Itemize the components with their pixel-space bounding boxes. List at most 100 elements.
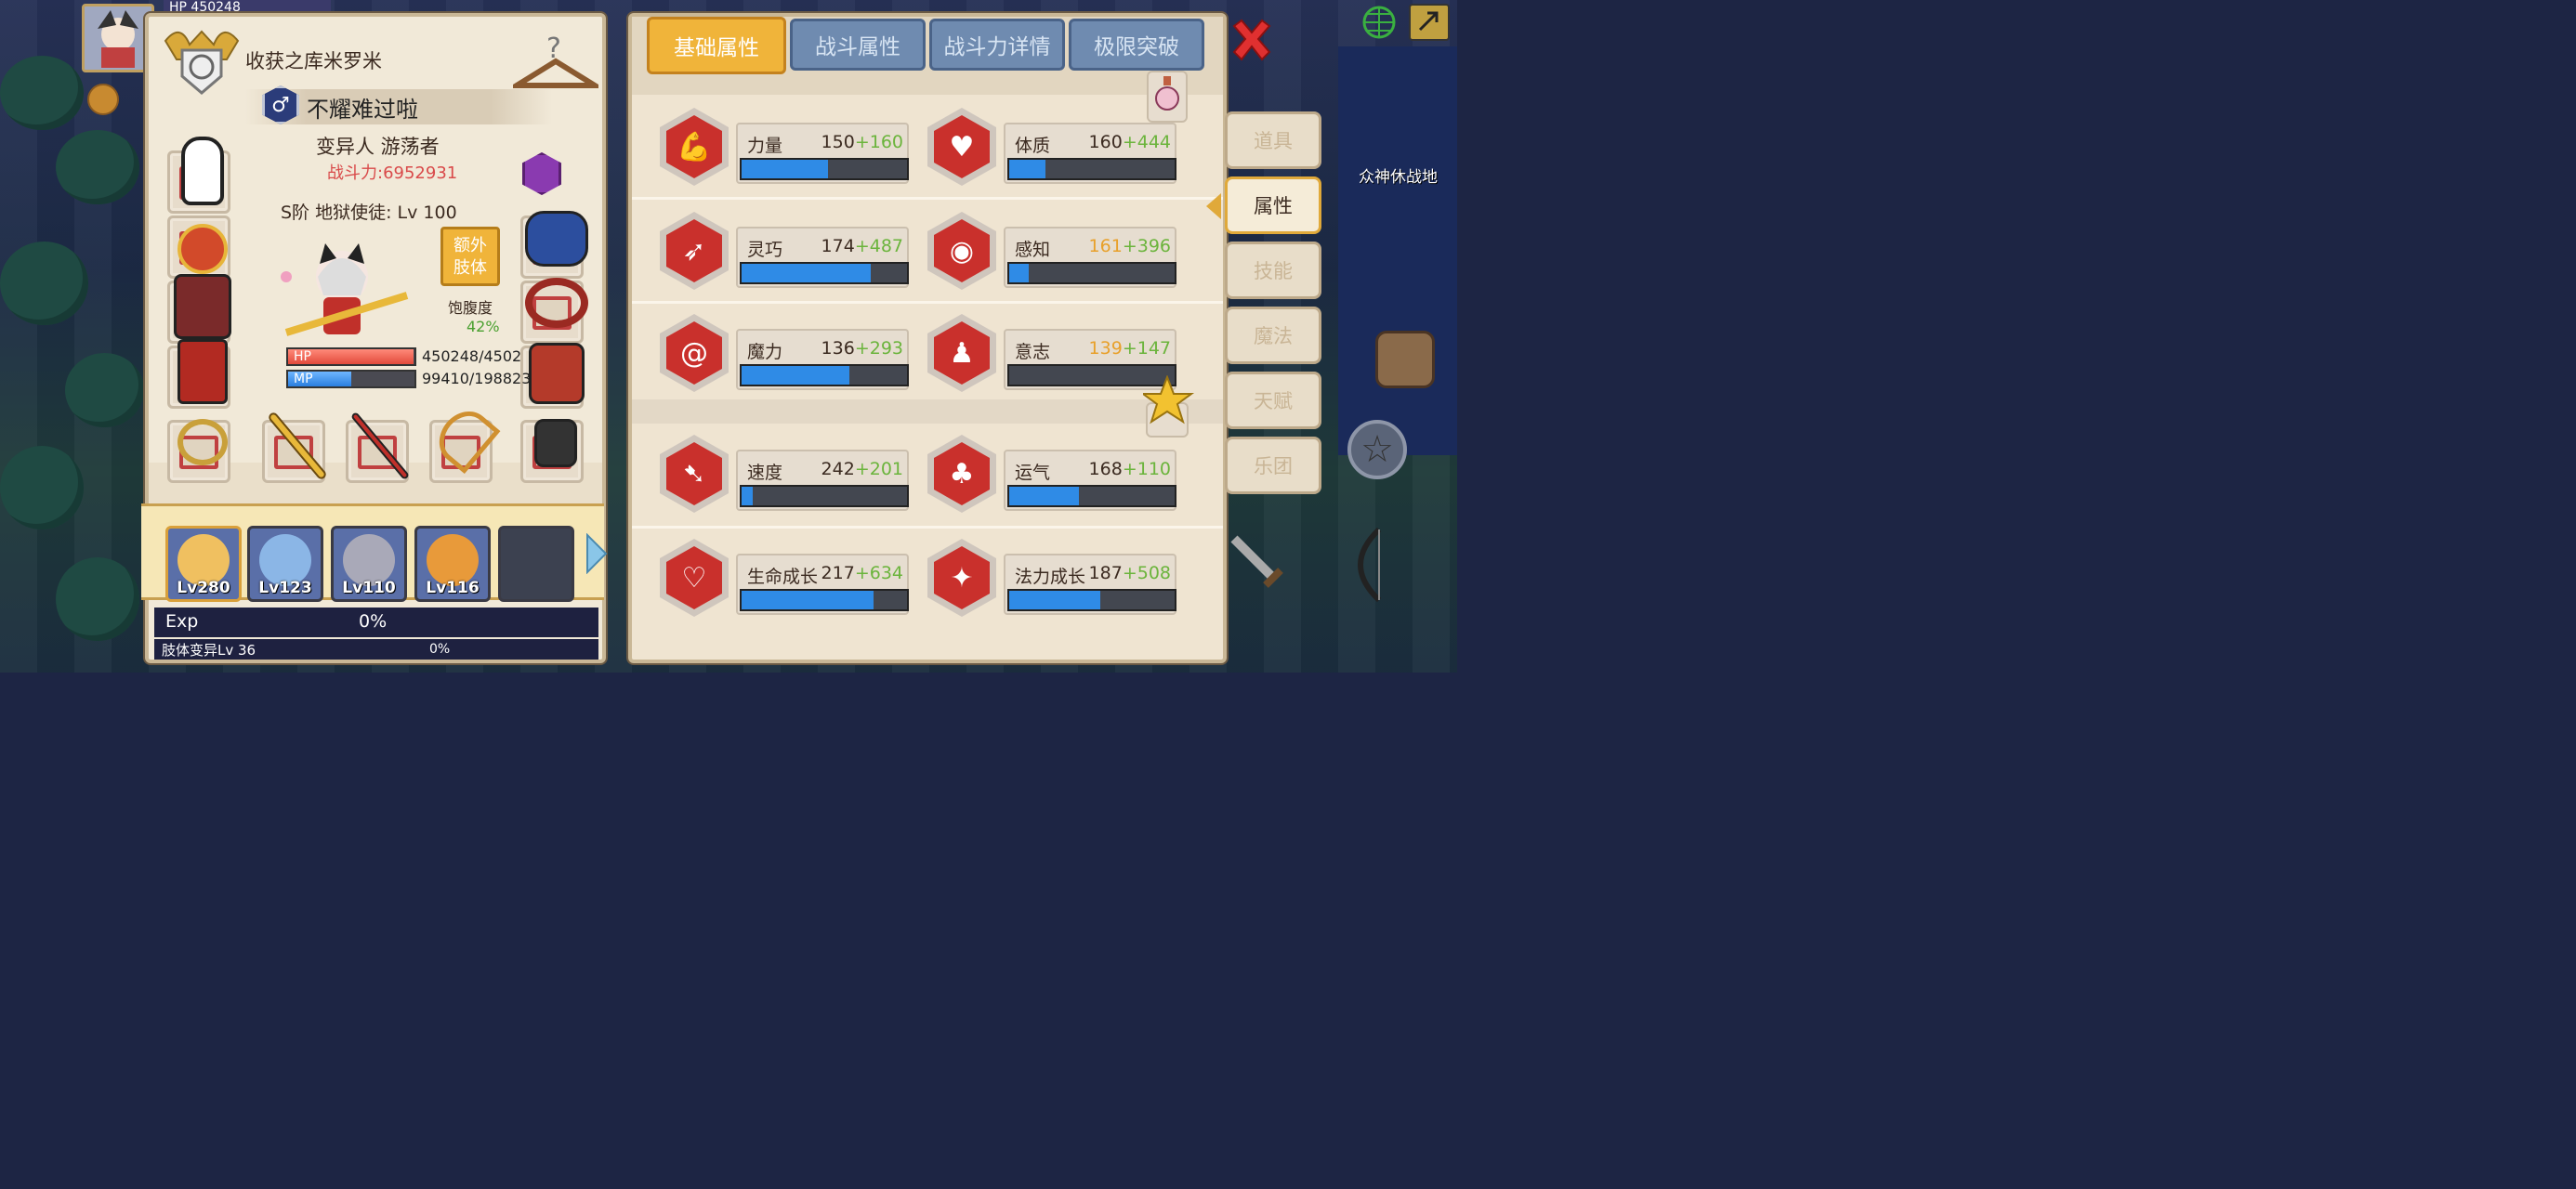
party-member-4[interactable]: Lv116 [414, 526, 491, 602]
equip-slot-belt[interactable] [520, 278, 588, 344]
party-next-arrow-icon[interactable] [585, 532, 608, 575]
tab-combat-attributes[interactable]: 战斗属性 [790, 19, 926, 71]
exp-bar: Exp 0% [154, 608, 598, 637]
party-member-level: Lv116 [426, 579, 480, 597]
stat-value: 136+293 [821, 338, 903, 359]
equip-slot-weapon-3[interactable] [428, 400, 501, 483]
heart-body-icon: ♥ [927, 108, 996, 186]
stat-box: 法力成长 187+508 [1004, 554, 1176, 615]
mp-value: 99410/198823 [422, 370, 532, 387]
equip-slot-armor[interactable] [167, 339, 230, 409]
bow-item-icon [428, 400, 501, 475]
side-tab-items[interactable]: 道具 [1225, 111, 1321, 169]
party-member-3[interactable]: Lv110 [331, 526, 407, 602]
equip-slot-accessory[interactable] [520, 419, 584, 483]
side-tab-attributes[interactable]: 属性 [1225, 176, 1321, 234]
sword-weapon-icon[interactable] [1229, 533, 1294, 598]
tab-power-details[interactable]: 战斗力详情 [929, 19, 1065, 71]
hanger-icon[interactable]: ? [506, 30, 605, 95]
cloak-item-icon [174, 274, 231, 339]
side-tab-talent[interactable]: 天赋 [1225, 372, 1321, 429]
stat-box: 运气 168+110 [1004, 450, 1176, 511]
party-member-empty-slot[interactable] [498, 526, 574, 602]
stat-bar [1007, 158, 1176, 180]
tab-limit-break[interactable]: 极限突破 [1069, 19, 1204, 71]
bracer-item-icon [525, 211, 588, 267]
star-action-icon[interactable]: ☆ [1347, 420, 1407, 479]
stat-box: 灵巧 174+487 [736, 227, 909, 288]
stat-bonus-value: +508 [1122, 563, 1171, 583]
hp-bar-label: HP [294, 349, 311, 364]
stat-name: 力量 [747, 136, 783, 156]
extra-limb-button[interactable]: 额外 肢体 [440, 227, 500, 286]
side-tab-magic[interactable]: 魔法 [1225, 307, 1321, 364]
row-divider [632, 301, 1223, 304]
head-icon-glyph: ♟ [934, 321, 990, 385]
stat-bar [740, 262, 909, 284]
section-divider [632, 399, 1223, 424]
belt-item-icon [525, 278, 588, 328]
equip-slot-weapon-2[interactable] [346, 411, 410, 483]
equip-slot-necklace[interactable] [167, 216, 230, 279]
close-icon[interactable] [1229, 17, 1275, 63]
fullscreen-icon[interactable] [1409, 4, 1450, 41]
satiety-value: 42% [467, 318, 500, 335]
party-member-2[interactable]: Lv123 [247, 526, 323, 602]
stat-value: 139+147 [1089, 338, 1171, 359]
equip-slot-bracer[interactable] [520, 211, 588, 279]
stat-bonus-value: +147 [1122, 338, 1171, 359]
heart-body-icon-glyph: ♥ [934, 115, 990, 178]
party-member-level: Lv123 [258, 579, 312, 597]
stat-bar [1007, 589, 1176, 611]
necklace-item-icon [177, 224, 228, 274]
stat-bar [1007, 485, 1176, 507]
player-portrait[interactable] [82, 4, 154, 72]
stat-value: 168+110 [1089, 459, 1171, 479]
stat-value: 217+634 [821, 563, 903, 583]
guild-emblem-icon[interactable] [162, 22, 242, 97]
stat-base-value: 160 [1088, 132, 1123, 152]
stat-base-value: 217 [821, 563, 855, 583]
equip-slot-weapon-1[interactable] [262, 411, 328, 483]
stat-bar-fill [742, 264, 871, 282]
stat-bonus-value: +201 [854, 459, 903, 479]
mana-growth-icon-glyph: ✦ [934, 546, 990, 609]
muscle-icon: 💪 [660, 108, 729, 186]
bow-weapon-icon[interactable] [1338, 526, 1398, 604]
muscle-icon-glyph: 💪 [666, 115, 722, 178]
potion-icon[interactable] [1147, 71, 1188, 123]
stat-bar [1007, 262, 1176, 284]
equip-slot-helmet[interactable] [167, 137, 230, 214]
stat-value: 150+160 [821, 132, 903, 152]
side-tab-skills[interactable]: 技能 [1225, 242, 1321, 299]
satiety-label: 饱腹度 [448, 299, 493, 317]
row-divider [632, 197, 1223, 200]
stat-bar-fill [742, 366, 849, 385]
stat-bar-fill [1009, 487, 1079, 505]
stat-box: 感知 161+396 [1004, 227, 1176, 288]
equip-slot-cloak[interactable] [167, 274, 231, 344]
stat-base-value: 242 [821, 459, 855, 479]
tab-basic-attributes[interactable]: 基础属性 [647, 17, 786, 74]
character-name: 不耀难过啦 [307, 97, 418, 123]
mutation-gem-icon[interactable] [522, 152, 561, 195]
stat-base-value: 174 [821, 236, 855, 256]
device-item-icon [534, 419, 577, 467]
star-favorite-icon[interactable] [1139, 374, 1195, 438]
spiral-icon-glyph: @ [666, 321, 722, 385]
stat-box: 速度 242+201 [736, 450, 909, 511]
boots-item-icon [529, 343, 585, 404]
party-member-1[interactable]: Lv280 [165, 526, 242, 602]
stat-base-value: 161 [1088, 236, 1123, 256]
tree-sprite [56, 130, 139, 204]
buff-icon[interactable] [87, 84, 119, 115]
stat-bar-fill [1009, 264, 1030, 282]
stat-name: 感知 [1015, 240, 1051, 260]
stat-value: 242+201 [821, 459, 903, 479]
equip-slot-ring[interactable] [167, 419, 230, 483]
backpack-icon[interactable] [1375, 331, 1435, 388]
side-tab-band[interactable]: 乐团 [1225, 437, 1321, 494]
stat-name: 体质 [1015, 136, 1051, 156]
network-globe-icon[interactable] [1359, 4, 1400, 41]
stat-value: 187+508 [1089, 563, 1171, 583]
